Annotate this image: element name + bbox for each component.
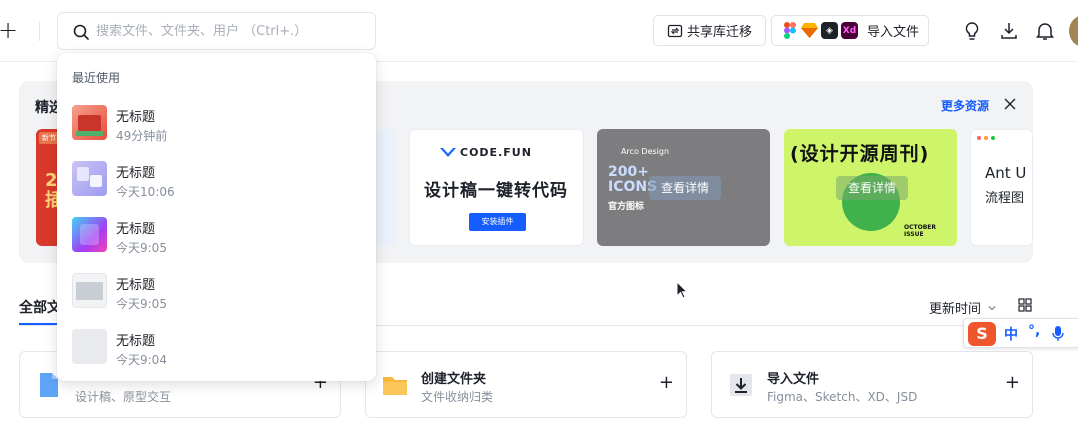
migrate-label: 共享库迁移	[687, 25, 753, 40]
recent-name: 无标题	[116, 278, 156, 293]
dot	[991, 136, 995, 140]
view-details-button[interactable]: 查看详情	[649, 176, 721, 200]
recent-item[interactable]: 无标题 今天10:06	[72, 157, 362, 205]
banner-card-ant[interactable]: Ant U 流程图	[970, 129, 1033, 246]
quick-title: 创建文件夹	[421, 372, 487, 387]
new-plus-button[interactable]: +	[0, 18, 20, 44]
recent-thumbnail	[72, 273, 107, 308]
import-file-button[interactable]: ◈ Xd 导入文件	[771, 15, 929, 46]
quick-desc: 设计稿、原型交互	[75, 390, 172, 404]
banner-card-partial[interactable]	[375, 129, 396, 246]
recent-dropdown: 最近使用 无标题 49分钟前 无标题 今天10:06 无标题 今天9:05 无标…	[57, 53, 376, 381]
recent-title: 最近使用	[72, 71, 121, 85]
arco-sub: 官方图标	[608, 202, 645, 212]
weekly-headline: (设计开源周刊)	[790, 143, 930, 165]
quick-desc: 文件收纳归类	[421, 390, 494, 404]
dot	[984, 136, 988, 140]
recent-thumbnail	[72, 217, 107, 252]
recent-thumbnail	[72, 161, 107, 196]
install-plugin-button[interactable]: 安装插件	[469, 213, 526, 231]
codefun-logo-icon	[440, 148, 456, 157]
search-box[interactable]	[57, 12, 376, 50]
microphone-icon[interactable]	[1052, 325, 1064, 343]
banner-card-codefun[interactable]: CODE.FUN 设计稿一键转代码 安装插件	[409, 129, 584, 246]
bell-icon[interactable]	[1033, 19, 1057, 43]
recent-time: 今天9:04	[116, 353, 167, 367]
recent-thumbnail	[72, 105, 107, 140]
import-icon	[730, 374, 752, 396]
divider	[39, 21, 40, 41]
recent-item[interactable]: 无标题 49分钟前	[72, 101, 362, 149]
ant-title: Ant U	[985, 164, 1027, 182]
folder-icon	[383, 377, 407, 395]
ime-language[interactable]: 中	[1004, 324, 1018, 344]
recent-name: 无标题	[116, 334, 156, 349]
recent-time: 今天10:06	[116, 185, 175, 199]
grid-view-icon[interactable]	[1018, 298, 1032, 312]
card-tag: 新节	[39, 132, 59, 144]
avatar[interactable]	[1069, 15, 1078, 47]
recent-time: 今天9:05	[116, 297, 167, 311]
close-icon[interactable]	[1003, 97, 1017, 111]
sort-dropdown[interactable]: 更新时间	[929, 298, 997, 317]
create-folder-card[interactable]: 创建文件夹 文件收纳归类 +	[365, 351, 687, 418]
ant-subtitle: 流程图	[985, 191, 1025, 206]
recent-item[interactable]: 无标题 今天9:05	[72, 213, 362, 261]
migrate-icon	[667, 24, 683, 37]
arco-brand: Arco Design	[621, 147, 670, 156]
ime-toolbar[interactable]: S 中 °,	[963, 318, 1078, 348]
axure-icon: ◈	[821, 22, 838, 39]
recent-thumbnail	[72, 329, 107, 364]
ime-logo[interactable]: S	[968, 322, 996, 346]
recent-name: 无标题	[116, 166, 156, 181]
recent-time: 今天9:05	[116, 241, 167, 255]
more-resources-link[interactable]: 更多资源	[941, 97, 989, 114]
banner-card-weekly[interactable]: (设计开源周刊) 查看详情 OCTOBER ISSUE	[784, 129, 957, 246]
add-icon: +	[1004, 372, 1020, 393]
weekly-issue: OCTOBER ISSUE	[904, 224, 936, 238]
import-file-card[interactable]: 导入文件 Figma、Sketch、XD、JSD +	[711, 351, 1033, 418]
xd-icon: Xd	[841, 22, 858, 39]
search-icon	[73, 24, 89, 40]
dot	[977, 136, 981, 140]
tab-all-files[interactable]: 全部文	[19, 297, 61, 317]
view-details-button[interactable]: 查看详情	[836, 176, 908, 200]
figma-icon	[781, 22, 798, 39]
recent-item[interactable]: 无标题 今天9:05	[72, 269, 362, 317]
quick-title: 导入文件	[767, 372, 820, 387]
library-migrate-button[interactable]: 共享库迁移	[653, 15, 766, 46]
sort-label: 更新时间	[929, 302, 982, 317]
recent-time: 49分钟前	[116, 129, 168, 143]
quick-desc: Figma、Sketch、XD、JSD	[767, 390, 918, 404]
cursor-icon	[676, 281, 689, 299]
banner-card-arco[interactable]: Arco Design 200+ ICONS 官方图标 查看详情	[597, 129, 770, 246]
recent-name: 无标题	[116, 222, 156, 237]
sketch-icon	[801, 22, 818, 39]
codefun-headline: 设计稿一键转代码	[424, 181, 568, 201]
search-input[interactable]	[96, 21, 366, 41]
codefun-logo: CODE.FUN	[460, 146, 532, 159]
recent-item[interactable]: 无标题 今天9:04	[72, 325, 362, 373]
chevron-down-icon	[988, 305, 996, 310]
import-label: 导入文件	[867, 25, 920, 40]
ime-punctuation[interactable]: °,	[1028, 323, 1040, 339]
lightbulb-icon[interactable]	[960, 19, 984, 43]
add-icon: +	[658, 372, 674, 393]
download-icon[interactable]	[997, 19, 1021, 43]
recent-name: 无标题	[116, 110, 156, 125]
